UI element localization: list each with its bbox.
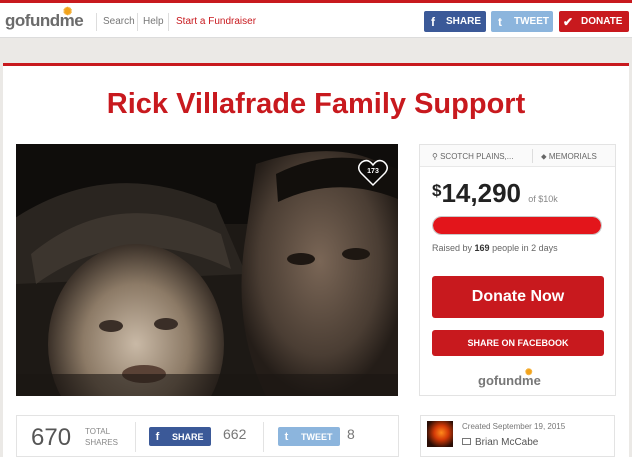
facebook-share-small-label: SHARE — [172, 431, 204, 442]
donate-button[interactable]: ✔ DONATE — [559, 11, 629, 32]
total-shares-count: 670 — [31, 424, 72, 451]
nav-divider — [168, 13, 169, 31]
goal-text: of $10k — [528, 194, 558, 204]
nav-search-link[interactable]: Search — [103, 16, 135, 27]
mail-icon — [462, 438, 471, 445]
stats-divider — [135, 422, 136, 452]
amount-raised: $14,290 of $10k — [432, 178, 558, 209]
gofundme-footer-logo[interactable]: gofundme ✺ — [478, 367, 541, 388]
map-pin-icon: ⚲ — [432, 152, 438, 161]
location-link[interactable]: ⚲ SCOTCH PLAINS,... — [432, 152, 513, 161]
donate-label: DONATE — [581, 16, 623, 27]
twitter-tweet-small-button[interactable]: t TWEET — [278, 427, 340, 446]
organizer-name: Brian McCabe — [475, 437, 539, 448]
share-on-facebook-button[interactable]: SHARE ON FACEBOOK — [432, 330, 604, 356]
location-label: SCOTCH PLAINS,... — [440, 152, 514, 161]
tweet-count: 8 — [347, 426, 355, 442]
campaign-meta: ⚲ SCOTCH PLAINS,... ⬥ MEMORIALS — [420, 145, 615, 167]
campaign-photo[interactable] — [16, 144, 398, 396]
facebook-icon: f — [431, 14, 435, 29]
amount-value: 14,290 — [441, 178, 521, 208]
donor-count: 169 — [474, 243, 490, 253]
progress-fill — [433, 217, 601, 234]
nav-divider — [96, 13, 97, 31]
twitter-icon: t — [284, 430, 289, 443]
top-nav-bar: gofundme ✺ Search Help Start a Fundraise… — [0, 0, 632, 38]
twitter-tweet-button[interactable]: t TWEET — [491, 11, 553, 32]
nav-start-fundraiser-link[interactable]: Start a Fundraiser — [176, 16, 256, 27]
total-shares-label: TOTAL SHARES — [85, 427, 118, 447]
organizer-avatar[interactable] — [427, 421, 453, 447]
progress-bar — [432, 216, 602, 235]
campaign-title: Rick Villafrade Family Support — [106, 88, 526, 120]
category-link[interactable]: ⬥ MEMORIALS — [541, 152, 597, 162]
nav-help-link[interactable]: Help — [143, 16, 164, 27]
sun-icon: ✺ — [63, 6, 72, 18]
raised-text: Raised by 169 people in 2 days — [432, 243, 558, 253]
meta-divider — [532, 149, 533, 163]
twitter-tweet-label: TWEET — [514, 16, 549, 27]
donation-sidebar: ⚲ SCOTCH PLAINS,... ⬥ MEMORIALS $14,290 … — [419, 144, 616, 396]
currency-symbol: $ — [432, 181, 442, 200]
raised-middle: people in — [492, 243, 529, 253]
organizer-name-link[interactable]: Brian McCabe — [462, 437, 538, 448]
stats-divider — [263, 422, 264, 452]
raised-duration: 2 days — [531, 243, 558, 253]
campaign-card: Rick Villafrade Family Support 173 ⚲ SCO… — [3, 63, 629, 457]
category-label: MEMORIALS — [548, 152, 597, 161]
raised-prefix: Raised by — [432, 243, 473, 253]
facebook-share-count: 662 — [223, 426, 247, 442]
created-date: Created September 19, 2015 — [462, 422, 566, 431]
twitter-icon: t — [498, 14, 502, 29]
facebook-icon: f — [155, 430, 160, 443]
facebook-share-small-button[interactable]: f SHARE — [149, 427, 211, 446]
heart-count: 173 — [367, 168, 379, 175]
tag-icon: ⬥ — [541, 152, 547, 161]
checkmark-icon: ✔ — [562, 14, 574, 29]
twitter-tweet-small-label: TWEET — [301, 431, 333, 442]
organizer-info: Created September 19, 2015 Brian McCabe — [420, 415, 615, 457]
donate-now-button[interactable]: Donate Now — [432, 276, 604, 318]
sun-icon: ✺ — [525, 367, 533, 377]
share-stats: 670 TOTAL SHARES f SHARE 662 t TWEET 8 — [16, 415, 399, 457]
nav-divider — [137, 13, 138, 31]
facebook-share-label: SHARE — [446, 16, 482, 27]
facebook-share-button[interactable]: f SHARE — [424, 11, 486, 32]
gofundme-logo[interactable]: gofundme ✺ — [5, 6, 84, 31]
